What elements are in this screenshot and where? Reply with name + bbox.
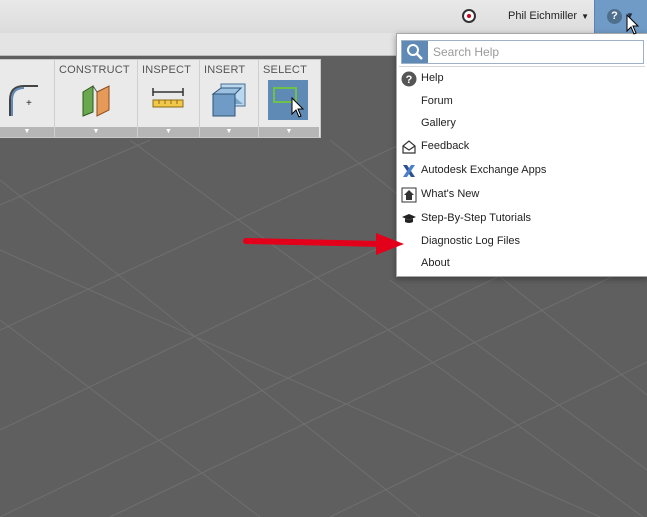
group-label: CONSTRUCT (59, 64, 130, 76)
menu-item-tutorials[interactable]: Step-By-Step Tutorials (397, 209, 647, 229)
annotation-arrow (243, 233, 404, 255)
menu-item-gallery[interactable]: Gallery (397, 114, 647, 134)
menu-item-about[interactable]: About (397, 254, 647, 274)
top-bar: Phil Eichmiller ▼ ? ▼ (0, 0, 647, 34)
menu-item-label: Help (421, 72, 444, 84)
toolbar-group-inspect[interactable]: INSPECT (138, 60, 200, 137)
group-label: SELECT (263, 64, 307, 76)
fillet-icon: + (9, 85, 38, 116)
construct-plane-icon (82, 85, 110, 117)
graduation-cap-icon (402, 214, 416, 223)
secondary-bar (0, 33, 400, 56)
mouse-cursor (626, 14, 640, 35)
user-name: Phil Eichmiller (508, 10, 578, 22)
measure-icon (152, 88, 184, 108)
group-dropdown-toggle[interactable] (55, 127, 137, 137)
group-dropdown-toggle[interactable] (138, 127, 199, 137)
menu-item-help[interactable]: ? Help (397, 69, 647, 89)
menu-item-label: Step-By-Step Tutorials (421, 212, 532, 224)
menu-item-forum[interactable]: Forum (397, 92, 647, 112)
menu-item-label: Gallery (421, 117, 456, 129)
svg-text:+: + (26, 98, 32, 109)
group-dropdown-toggle[interactable] (200, 127, 258, 137)
toolbar-group-insert[interactable]: INSERT (200, 60, 259, 137)
menu-item-diagnostic-log-files[interactable]: Diagnostic Log Files (397, 232, 647, 252)
toolbar-group-select[interactable]: SELECT (259, 60, 319, 137)
menu-item-label: Feedback (421, 140, 470, 152)
group-dropdown-toggle[interactable] (0, 127, 54, 137)
menu-item-label: Forum (421, 95, 453, 107)
menu-item-feedback[interactable]: Feedback (397, 137, 647, 157)
chevron-down-icon: ▼ (581, 11, 589, 21)
home-icon (401, 187, 417, 203)
search-icon (407, 44, 423, 60)
group-label: INSPECT (142, 64, 192, 76)
divider (399, 66, 645, 67)
toolbar-group-modify[interactable]: + (0, 60, 55, 137)
insert-image-icon (211, 83, 246, 117)
select-box-icon (268, 80, 308, 120)
search-input[interactable] (433, 43, 633, 61)
help-search (401, 40, 644, 64)
search-button[interactable] (402, 41, 428, 63)
user-menu[interactable]: Phil Eichmiller ▼ (508, 10, 589, 22)
menu-item-label: About (421, 257, 450, 269)
exchange-apps-icon (403, 165, 415, 177)
menu-item-label: Diagnostic Log Files (421, 235, 521, 247)
group-dropdown-toggle[interactable] (259, 127, 319, 137)
group-label: INSERT (204, 64, 246, 76)
question-circle-icon: ? (607, 9, 622, 24)
feedback-icon (402, 140, 416, 154)
menu-item-whats-new[interactable]: What's New (397, 185, 647, 205)
svg-text:?: ? (406, 74, 413, 86)
menu-item-exchange-apps[interactable]: Autodesk Exchange Apps (397, 161, 647, 181)
menu-item-label: Autodesk Exchange Apps (421, 164, 547, 176)
question-circle-icon: ? (401, 71, 417, 87)
ribbon-toolbar: + CONSTRUCT INSPECT INSERT (0, 59, 321, 138)
menu-item-label: What's New (421, 188, 480, 200)
toolbar-group-construct[interactable]: CONSTRUCT (55, 60, 138, 137)
help-dropdown-menu: ? Help Forum Gallery Feedback Autodesk E… (396, 33, 647, 277)
record-icon[interactable] (462, 9, 476, 23)
